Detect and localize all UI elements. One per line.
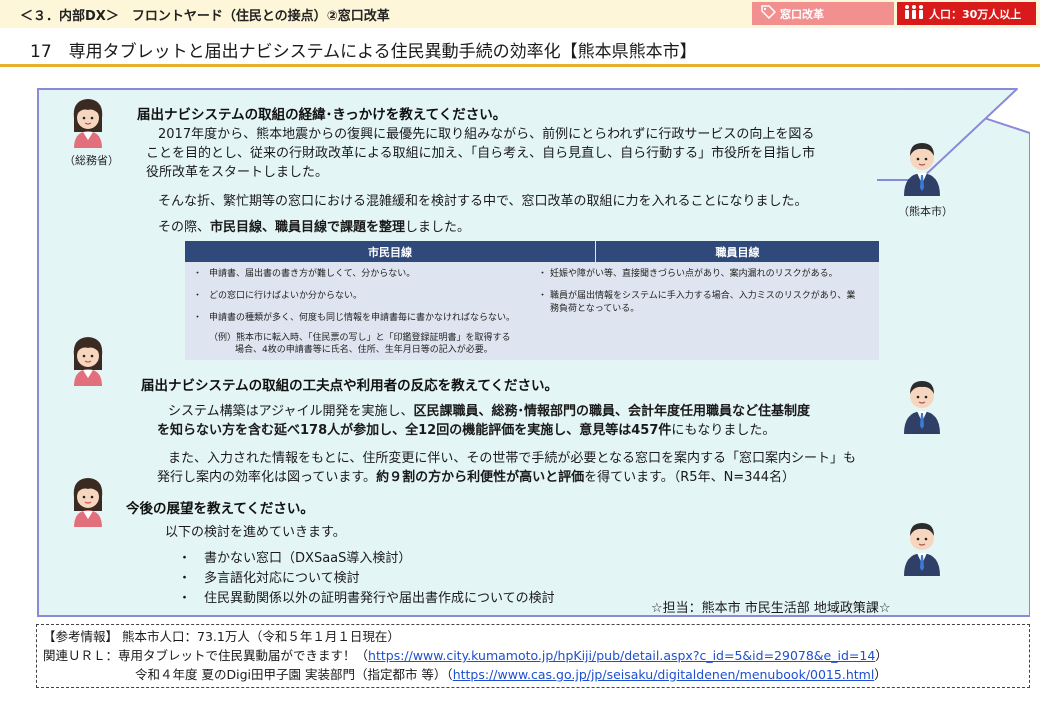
bullet: ・ — [178, 571, 192, 586]
population-tag-label: 人口：30万人以上 — [929, 7, 1022, 21]
section2-heading: 届出ナビシステムの取組の工夫点や利用者の反応を教えてください。 — [141, 378, 559, 394]
woman-avatar-3 — [73, 478, 103, 527]
link-kumamoto-city[interactable]: https://www.city.kumamoto.jp/hpKiji/pub/… — [368, 648, 875, 663]
section2-p1-line1: システム構築はアジャイル開発を実施し、区民課職員、総務･情報部門の職員、会計年度… — [168, 402, 810, 421]
list-item: ・ 書かない窓口（DXSaaS導入検討） — [178, 549, 555, 569]
section2-p2-b: 約９割の方から利便性が高いと評価 — [376, 470, 585, 485]
section2-p1-b: 区民課職員、総務･情報部門の職員、会計年度任用職員など住基制度 — [413, 404, 810, 419]
reference-label: 【参考情報】 — [43, 629, 119, 644]
link1-prefix: 専用タブレットで住民異動届ができます！（ — [118, 648, 369, 663]
link2-prefix: 令和４年度 夏のDigi田甲子園 実装部門（指定都市 等）（ — [135, 667, 453, 682]
list-item-text: 多言語化対応について検討 — [204, 571, 360, 586]
section1-p2: そんな折、繁忙期等の窓口における混雑緩和を検討する中で、窓口改革の取組に力を入れ… — [158, 194, 808, 209]
staff-item-text: 妊娠や障がい等、直接聞きづらい点があり、案内漏れのリスクがある。 — [550, 269, 838, 279]
comparison-table: 市民目線 職員目線 ・ 申請書、届出書の書き方が難しくて、分からない。 ・ どの… — [185, 241, 879, 360]
bullet: ・ — [193, 291, 203, 301]
section1-p1-line1: 2017年度から、熊本地震からの復興に最優先に取り組みながら、前例にとらわれずに… — [158, 127, 815, 142]
man-avatar-3 — [904, 523, 940, 576]
citizen-example-line2: 場合、4枚の申請書等に氏名、住所、生年月日等の記入が必要。 — [235, 345, 493, 355]
list-item: ・ 多言語化対応について検討 — [178, 569, 555, 589]
section2-p2-a: 発行し案内の効率化は図っています。 — [157, 470, 377, 485]
section2-p2-line1: また、入力された情報をもとに、住所変更に伴い、その世帯で手続が必要となる窓口を案… — [168, 451, 856, 466]
tag-icon — [760, 4, 777, 23]
citizen-item-text: どの窓口に行けばよいか分からない。 — [209, 291, 363, 301]
section1-p3-suffix: しました。 — [405, 220, 471, 235]
citizen-item: ・ 申請書の種類が多く、何度も同じ情報を申請書毎に書かなければならない。 — [193, 312, 593, 325]
section2-p1-c: を知らない方を含む延べ178人が参加し、全12回の機能評価を実施し、意見等は45… — [157, 423, 672, 438]
url-label: 関連ＵＲＬ： — [43, 648, 119, 663]
list-item-text: 書かない窓口（DXSaaS導入検討） — [204, 551, 412, 566]
citizen-item-text: 申請書の種類が多く、何度も同じ情報を申請書毎に書かなければならない。 — [209, 313, 516, 323]
list-item-text: 住民異動関係以外の証明書発行や届出書作成についての検討 — [204, 591, 555, 606]
section3-heading: 今後の展望を教えてください。 — [126, 501, 314, 517]
madoguchi-tag: 窓口改革 — [752, 2, 894, 25]
section1-p3-prefix: その際、 — [158, 220, 211, 235]
staff-item-text-b: 務負荷となっている。 — [550, 304, 640, 314]
section2-p2-line2: 発行し案内の効率化は図っています。約９割の方から利便性が高いと評価を得ています。… — [157, 468, 795, 487]
staff-item-text-a: 職員が届出情報をシステムに手入力する場合、入力ミスのリスクがあり、業 — [550, 291, 856, 301]
reference-line1: 【参考情報】 熊本市人口：73.1万人（令和５年１月１日現在） — [43, 628, 400, 646]
woman-avatar-1 — [73, 99, 103, 148]
woman-avatar-2 — [73, 337, 103, 386]
bullet: ・ — [178, 591, 192, 606]
contact-department: ☆担当：熊本市 市民生活部 地域政策課☆ — [651, 601, 891, 616]
section2-p1-line2: を知らない方を含む延べ178人が参加し、全12回の機能評価を実施し、意見等は45… — [157, 421, 775, 440]
table-header-staff: 職員目線 — [596, 241, 879, 262]
section3-intro: 以下の検討を進めていきます。 — [165, 525, 346, 540]
section1-p3: その際、市民目線、職員目線で課題を整理しました。 — [158, 218, 470, 237]
citizen-item-text: 申請書、届出書の書き方が難しくて、分からない。 — [209, 269, 416, 279]
bullet: ・ — [193, 313, 203, 323]
madoguchi-tag-label: 窓口改革 — [780, 7, 824, 21]
list-item: ・ 住民異動関係以外の証明書発行や届出書作成についての検討 — [178, 589, 555, 609]
staff-item: ・ 職員が届出情報をシステムに手入力する場合、入力ミスのリスクがあり、業 務負荷… — [538, 290, 868, 316]
section1-heading: 届出ナビシステムの取組の経緯･きっかけを教えてください。 — [137, 107, 507, 123]
reference-box: 【参考情報】 熊本市人口：73.1万人（令和５年１月１日現在） 関連ＵＲＬ：専用… — [36, 624, 1030, 688]
reference-line2: 関連ＵＲＬ：専用タブレットで住民異動届ができます！（https://www.ci… — [43, 647, 888, 665]
staff-item: ・ 妊娠や障がい等、直接聞きづらい点があり、案内漏れのリスクがある。 — [538, 268, 868, 281]
title-underline — [0, 64, 1040, 67]
bullet: ・ — [538, 291, 548, 301]
reference-line3: 令和４年度 夏のDigi田甲子園 実装部門（指定都市 等）（https://ww… — [135, 666, 887, 684]
link-digiden[interactable]: https://www.cas.go.jp/jp/seisaku/digital… — [453, 667, 875, 682]
section2-p2-c: を得ています。（R5年、N=344名） — [584, 470, 796, 485]
man-avatar-1 — [904, 143, 940, 196]
future-plan-list: ・ 書かない窓口（DXSaaS導入検討） ・ 多言語化対応について検討 ・ 住民… — [178, 549, 555, 609]
kumamoto-caption: （熊本市） — [898, 205, 953, 218]
table-header-citizen: 市民目線 — [185, 241, 595, 262]
link2-close: ） — [874, 667, 887, 682]
citizen-item: ・ 申請書、届出書の書き方が難しくて、分からない。 — [193, 268, 593, 281]
section1-p1-line2: ことを目的とし、従来の行財政改革による取組に加え、「自ら考え、自ら見直し、自ら行… — [146, 146, 816, 161]
citizen-item: ・ どの窓口に行けばよいか分からない。 — [193, 290, 593, 303]
people-icon — [903, 4, 925, 23]
section2-p1-d: にもなりました。 — [671, 423, 776, 438]
man-avatar-2 — [904, 381, 940, 434]
reference-population: 熊本市人口：73.1万人（令和５年１月１日現在） — [122, 629, 400, 644]
chapter-title: ＜３．内部DX＞ フロントヤード（住民との接点）②窓口改革 — [20, 9, 390, 24]
bullet: ・ — [538, 269, 548, 279]
link1-close: ） — [875, 648, 888, 663]
bullet: ・ — [178, 551, 192, 566]
population-tag: 人口：30万人以上 — [897, 2, 1036, 25]
page-title: 17 専用タブレットと届出ナビシステムによる住民異動手続の効率化【熊本県熊本市】 — [30, 42, 697, 62]
section1-p1-line3: 役所改革をスタートしました。 — [146, 165, 329, 180]
section1-p3-bold: 市民目線、職員目線で課題を整理 — [210, 220, 406, 235]
soumusho-caption: （総務省） — [64, 154, 119, 167]
bullet: ・ — [193, 269, 203, 279]
section2-p1-a: システム構築はアジャイル開発を実施し、 — [168, 404, 414, 419]
